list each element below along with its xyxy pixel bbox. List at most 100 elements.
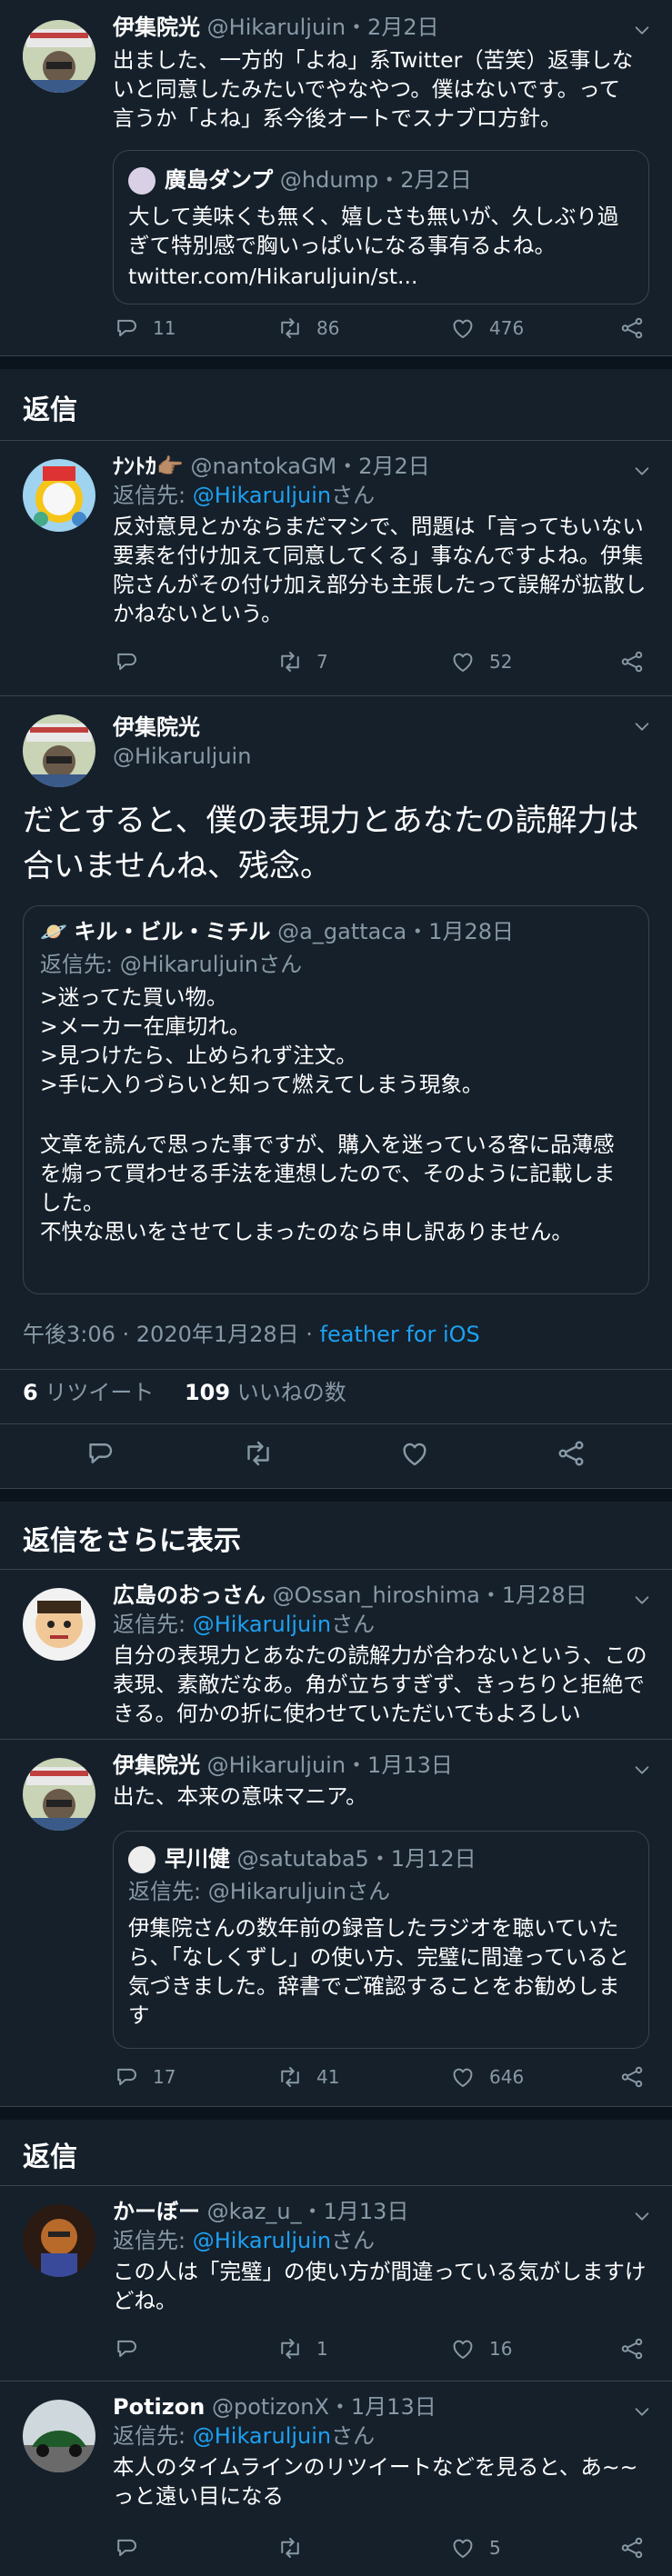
avatar[interactable]: [23, 1758, 95, 1831]
tweet-ijuin-1[interactable]: 伊集院光 @Hikaruljuin・2月2日 出ました、一方的「よね」系Twit…: [0, 0, 672, 356]
author-handle[interactable]: @potizonX: [212, 2394, 329, 2420]
tweet-stats: 6 リツイート 109 いいねの数: [23, 1378, 346, 1407]
share-icon: [618, 315, 646, 342]
tweet-date[interactable]: ・2月2日: [346, 15, 439, 40]
author-handle[interactable]: @Ossan_hiroshima: [273, 1583, 480, 1608]
share-button[interactable]: [618, 315, 658, 342]
mention-link[interactable]: @Hikaruljuin: [193, 2423, 331, 2449]
like-button[interactable]: 5: [449, 2534, 501, 2561]
retweet-button[interactable]: 41: [276, 2063, 339, 2091]
tweet-text: 出た、本来の意味マニア。: [113, 1783, 367, 1809]
timestamp[interactable]: 午後3:06 · 2020年1月28日 ·: [23, 1322, 320, 1347]
reply-button[interactable]: 17: [113, 2063, 176, 2091]
reply-suffix: さん: [331, 483, 376, 508]
share-icon: [618, 2063, 646, 2091]
avatar[interactable]: [23, 2204, 95, 2277]
retweet-button[interactable]: 7: [276, 648, 328, 675]
avatar[interactable]: [23, 1588, 95, 1661]
reply-icon: [113, 315, 140, 342]
reply-button[interactable]: [113, 2534, 153, 2561]
quoted-tweet[interactable]: 廣島ダンプ @hdump・2月2日 大して美味くも無く、嬉しさも無いが、久しぶり…: [113, 150, 649, 305]
tweet-date[interactable]: ・1月28日: [480, 1583, 587, 1608]
share-button[interactable]: [618, 648, 658, 675]
reply-icon: [113, 2063, 140, 2091]
tweet-reply-nantoka[interactable]: ﾅﾝﾄｶ👉🏽 @nantokaGM・2月2日 返信先: @Hikaruljuin…: [0, 440, 672, 696]
share-button[interactable]: [618, 2335, 658, 2362]
client-link[interactable]: feather for iOS: [320, 1322, 480, 1347]
tweet-actions: 5: [113, 2534, 649, 2567]
mention-link[interactable]: @Hikaruljuin: [193, 2228, 331, 2253]
avatar[interactable]: [23, 2400, 95, 2472]
author-handle: @hdump: [279, 167, 379, 193]
reply-context: 返信先: @Hikaruljuinさん: [113, 2226, 649, 2255]
author-name[interactable]: Potizon: [113, 2394, 205, 2420]
author-name[interactable]: 伊集院光: [113, 713, 251, 742]
tweet-text: 自分の表現力とあなたの読解力が合わないという、この表現、素敵だなあ。角が立ちすぎ…: [113, 1642, 647, 1726]
retweet-icon: [276, 315, 304, 342]
like-button[interactable]: 476: [449, 315, 524, 342]
share-icon[interactable]: [555, 1437, 587, 1470]
section-separator: [0, 2107, 672, 2120]
reply-icon: [113, 648, 140, 675]
heart-icon[interactable]: [398, 1437, 431, 1470]
avatar[interactable]: [23, 714, 95, 787]
author-name[interactable]: 伊集院光: [113, 15, 200, 40]
heart-icon: [449, 2335, 476, 2362]
retweet-button[interactable]: 1: [276, 2335, 328, 2362]
tweet-timestamp: 午後3:06 · 2020年1月28日 · feather for iOS: [23, 1320, 480, 1349]
section-title-more-replies[interactable]: 返信をさらに表示: [23, 1518, 241, 1558]
author-name[interactable]: 広島のおっさん: [113, 1583, 266, 1608]
reply-context: 返信先: @Hikaruljuinさん: [113, 2421, 649, 2451]
author-handle[interactable]: @nantokaGM: [191, 454, 337, 479]
quote-url[interactable]: twitter.com/Hikaruljuin/st...: [128, 262, 634, 291]
quote-text: 文章を読んで思った事ですが、購入を迷っている客に品薄感を煽って買わせる手法を連想…: [40, 1132, 616, 1244]
mention-link[interactable]: @Hikaruljuin: [193, 1612, 331, 1637]
retweet-button[interactable]: [276, 2534, 316, 2561]
like-button[interactable]: 16: [449, 2335, 512, 2362]
reply-prefix: 返信先:: [113, 2228, 186, 2253]
tweet-date[interactable]: ・1月13日: [329, 2394, 436, 2420]
section-title-replies: 返信: [23, 394, 77, 426]
share-icon: [618, 2335, 646, 2362]
heart-icon: [449, 315, 476, 342]
retweet-stat[interactable]: 6 リツイート: [23, 1380, 154, 1405]
reply-icon: [113, 2534, 140, 2561]
author-name[interactable]: ﾅﾝﾄｶ👉🏽: [113, 454, 184, 479]
like-stat[interactable]: 109 いいねの数: [185, 1380, 346, 1405]
share-button[interactable]: [618, 2534, 658, 2561]
reply-prefix: 返信先:: [113, 483, 186, 508]
tweet-date[interactable]: ・1月13日: [302, 2199, 409, 2224]
quote-lines: >迷ってた買い物。 >メーカー在庫切れ。 >見つけたら、止められず注文。 >手に…: [40, 983, 632, 1099]
retweet-button[interactable]: 86: [276, 315, 339, 342]
tweet-ijuin-2[interactable]: 伊集院光 @Hikaruljuin・1月13日 出た、本来の意味マニア。 早川健…: [0, 1740, 672, 2107]
author-handle[interactable]: @kaz_u_: [207, 2199, 302, 2224]
reply-button[interactable]: 11: [113, 315, 176, 342]
author-handle[interactable]: @Hikaruljuin: [207, 15, 346, 40]
tweet-reply-kaboo[interactable]: かーぼー @kaz_u_・1月13日 返信先: @Hikaruljuinさん こ…: [0, 2185, 672, 2381]
reply-prefix: 返信先:: [40, 952, 114, 977]
tweet-date[interactable]: ・1月13日: [346, 1752, 453, 1778]
reply-button[interactable]: [113, 648, 153, 675]
quoted-tweet[interactable]: 🪐 キル・ビル・ミチル @a_gattaca・1月28日 返信先: @Hikar…: [23, 905, 649, 1294]
author-name[interactable]: かーぼー: [113, 2199, 200, 2224]
avatar[interactable]: [23, 20, 95, 93]
reply-button[interactable]: [113, 2335, 153, 2362]
author-handle[interactable]: @Hikaruljuin: [113, 742, 251, 771]
chevron-down-icon[interactable]: [632, 716, 652, 736]
reply-icon[interactable]: [84, 1437, 116, 1470]
like-button[interactable]: 52: [449, 648, 512, 675]
avatar[interactable]: [23, 459, 95, 532]
quoted-tweet[interactable]: 早川健 @satutaba5・1月12日 返信先: @Hikaruljuinさん…: [113, 1831, 649, 2049]
share-button[interactable]: [618, 2063, 658, 2091]
tweet-actions: 1 16: [113, 2335, 649, 2368]
quote-header: 早川健 @satutaba5・1月12日: [128, 1844, 634, 1873]
reply-suffix: さん: [331, 1612, 376, 1637]
author-name[interactable]: 伊集院光: [113, 1752, 200, 1778]
tweet-date[interactable]: ・2月2日: [336, 454, 430, 479]
tweet-reply-ossan[interactable]: 広島のおっさん @Ossan_hiroshima・1月28日 返信先: @Hik…: [0, 1569, 672, 1740]
author-handle[interactable]: @Hikaruljuin: [207, 1752, 346, 1778]
like-button[interactable]: 646: [449, 2063, 524, 2091]
mention-link[interactable]: @Hikaruljuin: [193, 483, 331, 508]
retweet-icon[interactable]: [242, 1437, 275, 1470]
tweet-reply-potizon[interactable]: Potizon @potizonX・1月13日 返信先: @Hikaruljui…: [0, 2381, 672, 2576]
